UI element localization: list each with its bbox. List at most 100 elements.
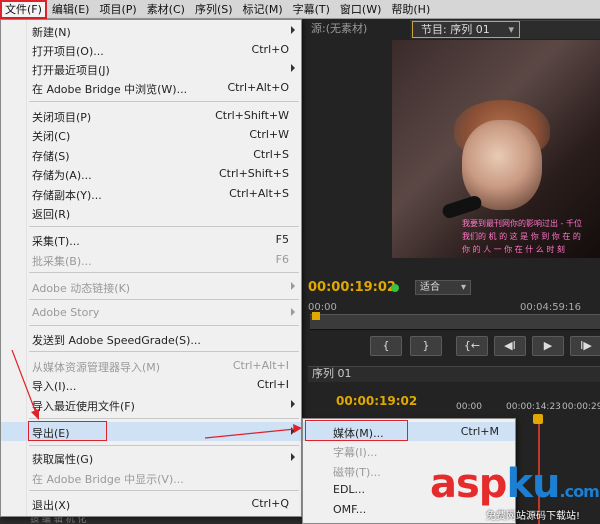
program-monitor-tab[interactable]: 节目: 序列 01 ▾ bbox=[412, 21, 520, 38]
program-scrubber[interactable] bbox=[310, 314, 600, 330]
menu-item-shortcut: Ctrl+O bbox=[251, 43, 289, 56]
timeline-ruler[interactable]: 00:00 00:00:14:23 00:00:29 bbox=[452, 400, 600, 416]
watermark-logo-part: asp bbox=[430, 461, 507, 507]
menubar: 文件(F) 编辑(E) 项目(P) 素材(C) 序列(S) 标记(M) 字幕(T… bbox=[0, 0, 600, 19]
zoom-select-value: 适合 bbox=[420, 282, 440, 293]
menu-item-label: 打开项目(O)... bbox=[32, 45, 104, 58]
menu-separator bbox=[29, 299, 299, 300]
menu-item-capture[interactable]: 采集(T)... F5 bbox=[1, 230, 301, 249]
menu-item-save-as[interactable]: 存储为(A)... Ctrl+Shift+S bbox=[1, 164, 301, 183]
menu-item-reveal-in-bridge: 在 Adobe Bridge 中显示(V)... bbox=[1, 468, 301, 487]
playhead-handle-icon[interactable] bbox=[533, 414, 543, 424]
program-duration: 00:04:59:16 bbox=[520, 302, 582, 313]
menu-item-label: 存储为(A)... bbox=[32, 169, 92, 182]
submenu-item-label: EDL... bbox=[333, 483, 366, 496]
submenu-arrow-icon bbox=[291, 453, 295, 461]
ruler-label: 00:00:29 bbox=[562, 402, 600, 412]
menu-item-label: Adobe Story bbox=[32, 306, 100, 319]
status-dot-icon bbox=[391, 284, 399, 292]
menu-item-batch-capture: 批采集(B)... F6 bbox=[1, 250, 301, 269]
menu-item-close[interactable]: 关闭(C) Ctrl+W bbox=[1, 125, 301, 144]
menu-item-label: 关闭(C) bbox=[32, 130, 71, 143]
menu-item-new[interactable]: 新建(N) bbox=[1, 21, 301, 40]
playhead-marker-icon[interactable] bbox=[312, 312, 320, 320]
menu-item-save[interactable]: 存储(S) Ctrl+S bbox=[1, 145, 301, 164]
menu-item-shortcut: Ctrl+Shift+S bbox=[219, 167, 289, 180]
menu-item-label: 批采集(B)... bbox=[32, 255, 92, 268]
menu-separator bbox=[29, 101, 299, 102]
menu-item-label: 获取属性(G) bbox=[32, 453, 94, 466]
menu-item-label: 发送到 Adobe SpeedGrade(S)... bbox=[32, 334, 201, 347]
menu-item-close-project[interactable]: 关闭项目(P) Ctrl+Shift+W bbox=[1, 106, 301, 125]
program-timecode[interactable]: 00:00:19:02 bbox=[308, 280, 396, 295]
submenu-item-label: 字幕(I)... bbox=[333, 446, 378, 459]
menu-item-import[interactable]: 导入(I)... Ctrl+I bbox=[1, 375, 301, 394]
menu-item-label: 退出(X) bbox=[32, 499, 71, 512]
menu-separator bbox=[29, 490, 299, 491]
program-video-frame: 我要到最刊网你的影响过出 - 千位 我们的 机 的 这 是 你 到 你 在 的 … bbox=[392, 40, 600, 258]
menu-marker[interactable]: 标记(M) bbox=[238, 0, 288, 19]
chevron-down-icon[interactable]: ▾ bbox=[508, 22, 514, 37]
annotation-box-media bbox=[305, 420, 408, 441]
menu-item-adobe-story: Adobe Story bbox=[1, 303, 301, 322]
sequence-tab[interactable]: 序列 01 bbox=[312, 367, 352, 381]
menu-item-send-to-speedgrade[interactable]: 发送到 Adobe SpeedGrade(S)... bbox=[1, 329, 301, 348]
step-forward-button[interactable]: I▶ bbox=[570, 336, 600, 356]
zoom-select[interactable]: 适合 ▾ bbox=[415, 280, 471, 295]
menu-item-shortcut: Ctrl+Shift+W bbox=[215, 109, 289, 122]
submenu-item-label: OMF... bbox=[333, 503, 367, 516]
file-menu: 新建(N) 打开项目(O)... Ctrl+O 打开最近项目(J) 在 Adob… bbox=[0, 19, 302, 517]
menu-item-label: 在 Adobe Bridge 中浏览(W)... bbox=[32, 83, 188, 96]
submenu-arrow-icon bbox=[291, 427, 295, 435]
submenu-item-shortcut: Ctrl+M bbox=[460, 425, 499, 438]
sequence-timecode[interactable]: 00:00:19:02 bbox=[336, 394, 417, 408]
source-monitor-tab[interactable]: 源:(无素材) bbox=[305, 19, 367, 39]
menu-help[interactable]: 帮助(H) bbox=[386, 0, 435, 19]
menu-item-browse-in-bridge[interactable]: 在 Adobe Bridge 中浏览(W)... Ctrl+Alt+O bbox=[1, 78, 301, 97]
menu-item-get-properties[interactable]: 获取属性(G) bbox=[1, 448, 301, 467]
menu-item-import-recent-file[interactable]: 导入最近使用文件(F) bbox=[1, 395, 301, 414]
submenu-item-label: 磁带(T)... bbox=[333, 466, 381, 479]
menu-item-label: 打开最近项目(J) bbox=[32, 64, 110, 77]
menu-window[interactable]: 窗口(W) bbox=[335, 0, 386, 19]
watermark-logo-part: ku bbox=[506, 461, 560, 507]
submenu-arrow-icon bbox=[291, 282, 295, 290]
ruler-label: 00:00 bbox=[456, 402, 482, 412]
menu-item-shortcut: Ctrl+W bbox=[249, 128, 289, 141]
menu-edit[interactable]: 编辑(E) bbox=[47, 0, 95, 19]
go-to-in-button[interactable]: {← bbox=[456, 336, 488, 356]
menu-clip[interactable]: 素材(C) bbox=[142, 0, 190, 19]
menu-item-exit[interactable]: 退出(X) Ctrl+Q bbox=[1, 494, 301, 513]
menu-item-label: 存储(S) bbox=[32, 150, 70, 163]
menu-item-shortcut: Ctrl+S bbox=[253, 148, 289, 161]
menu-item-shortcut: Ctrl+I bbox=[256, 378, 289, 391]
menu-item-open-recent-project[interactable]: 打开最近项目(J) bbox=[1, 59, 301, 78]
mark-out-button[interactable]: } bbox=[410, 336, 442, 356]
step-back-button[interactable]: ◀I bbox=[494, 336, 526, 356]
submenu-arrow-icon bbox=[291, 26, 295, 34]
submenu-arrow-icon bbox=[291, 400, 295, 408]
annotation-box-export bbox=[28, 421, 107, 441]
mark-in-button[interactable]: { bbox=[370, 336, 402, 356]
watermark: aspku.com 免费网站源码下载站! bbox=[430, 462, 600, 524]
menu-item-label: 关闭项目(P) bbox=[32, 111, 92, 124]
menu-item-label: 导入(I)... bbox=[32, 380, 77, 393]
menu-item-save-copy[interactable]: 存储副本(Y)... Ctrl+Alt+S bbox=[1, 184, 301, 203]
video-subtitle-2: 我们的 机 的 这 是 你 到 你 在 的 bbox=[462, 232, 581, 241]
menu-item-label: 返回(R) bbox=[32, 208, 71, 221]
menu-item-open-project[interactable]: 打开项目(O)... Ctrl+O bbox=[1, 40, 301, 59]
ruler-label: 00:00:14:23 bbox=[506, 402, 561, 412]
menu-separator bbox=[29, 418, 299, 419]
submenu-arrow-icon bbox=[291, 308, 295, 316]
menu-file[interactable]: 文件(F) bbox=[0, 0, 47, 19]
play-button[interactable]: ▶ bbox=[532, 336, 564, 356]
menu-item-label: Adobe 动态链接(K) bbox=[32, 282, 131, 295]
watermark-tagline: 免费网站源码下载站! bbox=[486, 511, 581, 522]
menu-item-revert[interactable]: 返回(R) bbox=[1, 203, 301, 222]
menu-project[interactable]: 项目(P) bbox=[94, 0, 141, 19]
menu-item-label: 导入最近使用文件(F) bbox=[32, 400, 135, 413]
menu-sequence[interactable]: 序列(S) bbox=[190, 0, 238, 19]
watermark-logo-part: .com bbox=[559, 482, 600, 501]
menu-item-label: 新建(N) bbox=[32, 26, 71, 39]
menu-title[interactable]: 字幕(T) bbox=[288, 0, 335, 19]
